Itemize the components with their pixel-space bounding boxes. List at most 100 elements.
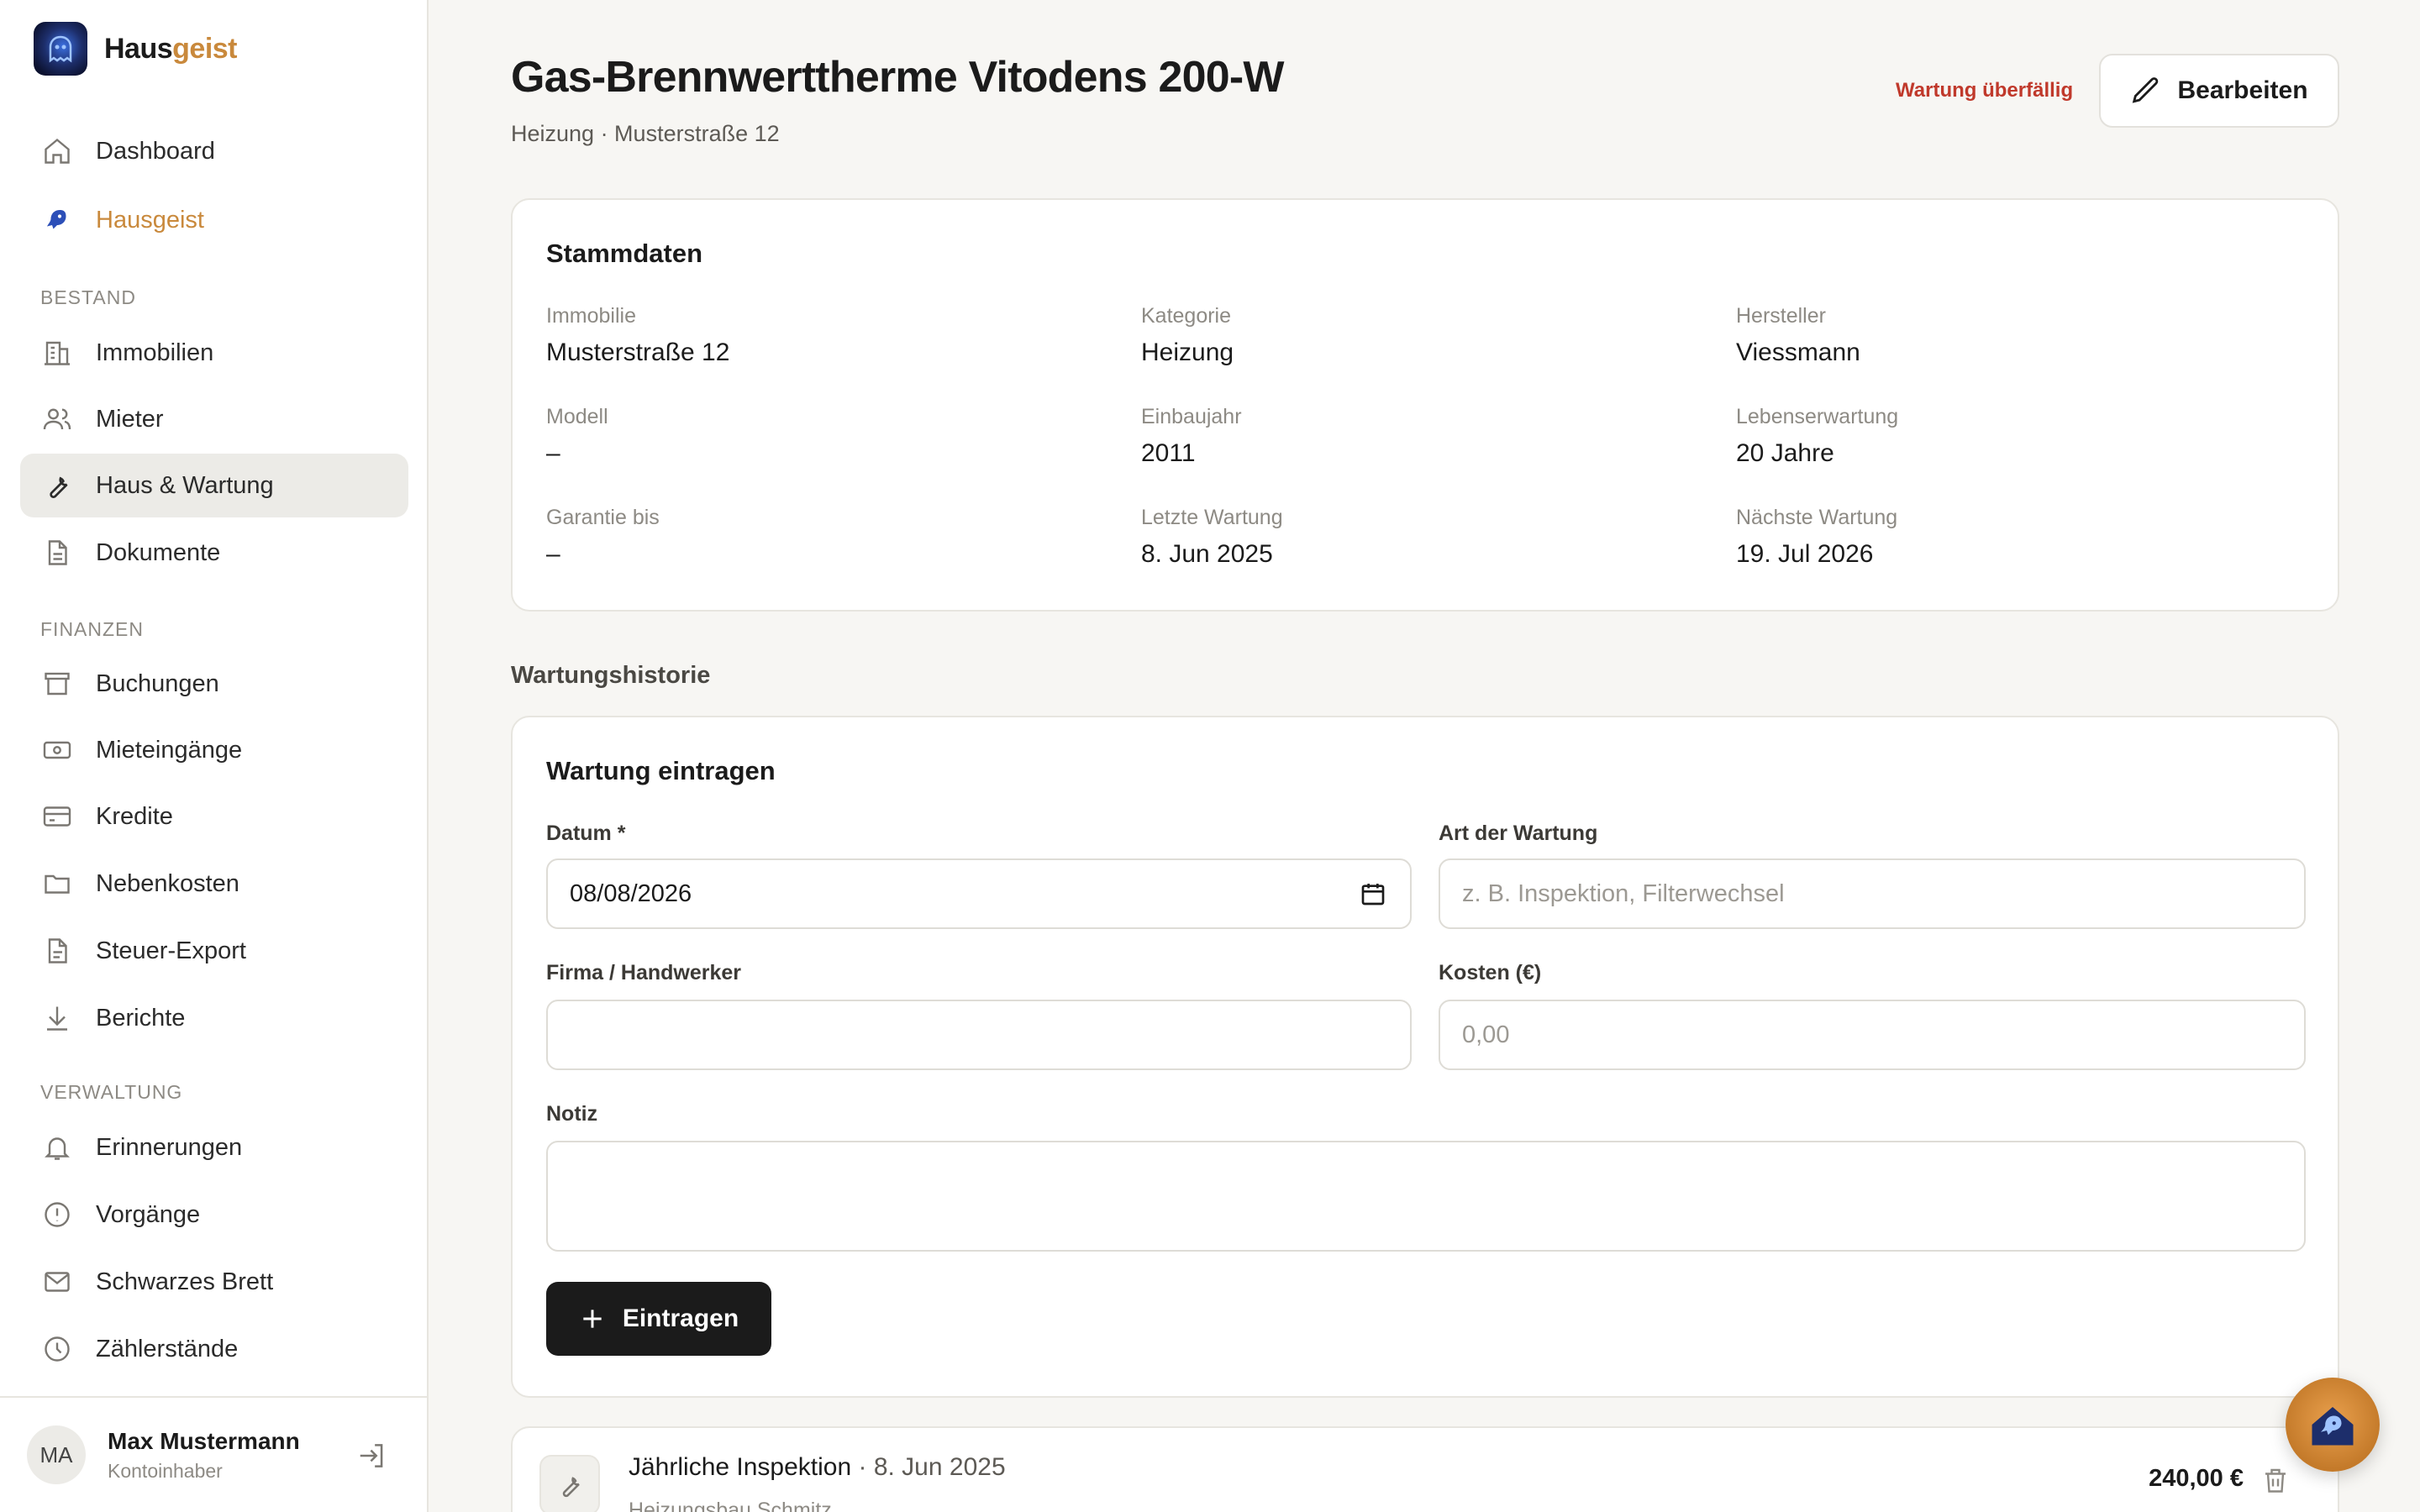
card-title: Stammdaten [546, 239, 703, 268]
type-input[interactable]: z. B. Inspektion, Filterwechsel [1439, 858, 2306, 929]
field-einbaujahr: Einbaujahr 2011 [1141, 405, 1242, 468]
submit-button-label: Eintragen [622, 1305, 739, 1332]
cost-input[interactable]: 0,00 [1439, 1000, 2306, 1070]
cost-label: Kosten (€) [1439, 961, 1542, 984]
sidebar-item-mieter[interactable]: Mieter [20, 387, 408, 451]
ghost-house-icon [2312, 1407, 2354, 1446]
sidebar-item-label: Schwarzes Brett [96, 1268, 274, 1295]
field-label: Nächste Wartung [1736, 506, 1898, 529]
home-icon [40, 134, 74, 168]
field-label: Einbaujahr [1141, 405, 1242, 428]
maintenance-form-card: Wartung eintragen Datum * 08/08/2026 Art… [511, 716, 2339, 1398]
sidebar-item-haus-wartung[interactable]: Haus & Wartung [20, 454, 408, 517]
sidebar-item-steuer-export[interactable]: Steuer-Export [20, 919, 408, 983]
note-textarea[interactable] [546, 1141, 2306, 1252]
sidebar-item-label: Nebenkosten [96, 869, 239, 897]
sidebar-item-mieteingaenge[interactable]: Mieteingänge [20, 718, 408, 782]
field-value: Musterstraße 12 [546, 339, 730, 366]
sidebar-item-hausgeist[interactable]: Hausgeist [20, 188, 408, 252]
sidebar-item-label: Dokumente [96, 538, 221, 566]
pencil-icon [2133, 77, 2159, 103]
sidebar-item-dashboard[interactable]: Dashboard [20, 119, 408, 183]
history-entry-name: Jährliche Inspektion [629, 1453, 852, 1481]
main-content: Gas-Brennwerttherme Vitodens 200-W Heizu… [429, 0, 2420, 1512]
sidebar-item-dokumente[interactable]: Dokumente [20, 521, 408, 585]
nav-section-bestand: BESTAND [40, 286, 136, 308]
history-entry-date: · 8. Jun 2025 [858, 1453, 1006, 1481]
users-icon [40, 402, 74, 436]
page-subtitle: Heizung · Musterstraße 12 [511, 121, 780, 146]
ghost-icon [40, 203, 74, 237]
field-label: Letzte Wartung [1141, 506, 1283, 529]
sidebar: Hausgeist Dashboard Hausgeist BESTAND Im… [0, 0, 429, 1512]
sidebar-item-kredite[interactable]: Kredite [20, 785, 408, 848]
logout-icon[interactable] [356, 1440, 388, 1476]
field-naechste-wartung: Nächste Wartung 19. Jul 2026 [1736, 506, 1897, 569]
edit-button[interactable]: Bearbeiten [2099, 54, 2339, 128]
sidebar-item-vorgaenge[interactable]: Vorgänge [20, 1183, 408, 1247]
field-label: Garantie bis [546, 506, 660, 529]
field-label: Hersteller [1736, 304, 1826, 328]
date-label: Datum * [546, 822, 626, 845]
file-text-icon [40, 934, 74, 968]
sidebar-item-zaehlerstaende[interactable]: Zählerstände [20, 1317, 408, 1381]
note-label: Notiz [546, 1102, 598, 1126]
folder-icon [40, 867, 74, 900]
building-icon [40, 336, 74, 370]
nav-section-verwaltung: VERWALTUNG [40, 1081, 183, 1103]
ghost-logo-icon [34, 22, 87, 76]
field-value: 20 Jahre [1736, 439, 1834, 467]
sidebar-item-label: Vorgänge [96, 1200, 201, 1228]
assistant-fab[interactable] [2286, 1378, 2380, 1472]
section-title-history: Wartungshistorie [511, 662, 711, 689]
sidebar-item-label: Zählerstände [96, 1335, 239, 1362]
sidebar-item-buchungen[interactable]: Buchungen [20, 652, 408, 716]
history-entry-title: Jährliche Inspektion · 8. Jun 2025 [629, 1453, 1006, 1482]
field-label: Modell [546, 405, 608, 428]
edit-button-label: Bearbeiten [2177, 76, 2308, 104]
field-label: Immobilie [546, 304, 636, 328]
sidebar-item-label: Dashboard [96, 137, 215, 165]
brand-name: Hausgeist [104, 32, 237, 65]
plus-icon [583, 1310, 602, 1328]
archive-icon [40, 667, 74, 701]
field-kategorie: Kategorie Heizung [1141, 304, 1234, 367]
type-label: Art der Wartung [1439, 822, 1598, 845]
mail-icon [40, 1265, 74, 1299]
user-name: Max Mustermann [108, 1427, 300, 1454]
submit-button[interactable]: Eintragen [546, 1282, 771, 1356]
field-value: 2011 [1141, 439, 1196, 467]
trash-icon[interactable] [2260, 1465, 2291, 1499]
field-label: Kategorie [1141, 304, 1232, 328]
field-value: Heizung [1141, 339, 1234, 366]
sidebar-item-immobilien[interactable]: Immobilien [20, 321, 408, 385]
date-input[interactable]: 08/08/2026 [546, 858, 1412, 929]
avatar: MA [27, 1425, 86, 1484]
sidebar-item-schwarzes-brett[interactable]: Schwarzes Brett [20, 1250, 408, 1314]
user-block: MA Max Mustermann Kontoinhaber [0, 1396, 429, 1512]
field-value: 19. Jul 2026 [1736, 540, 1874, 568]
sidebar-item-label: Immobilien [96, 339, 214, 366]
credit-card-icon [40, 800, 74, 833]
field-hersteller: Hersteller Viessmann [1736, 304, 1860, 367]
sidebar-item-nebenkosten[interactable]: Nebenkosten [20, 852, 408, 916]
field-letzte-wartung: Letzte Wartung 8. Jun 2025 [1141, 506, 1283, 569]
sidebar-item-label: Mieter [96, 405, 164, 433]
sidebar-item-erinnerungen[interactable]: Erinnerungen [20, 1116, 408, 1179]
field-garantie: Garantie bis – [546, 506, 660, 569]
field-value: 8. Jun 2025 [1141, 540, 1273, 568]
field-label: Lebenserwartung [1736, 405, 1899, 428]
sidebar-item-berichte[interactable]: Berichte [20, 986, 408, 1050]
company-input[interactable] [546, 1000, 1412, 1070]
sidebar-item-label: Berichte [96, 1004, 186, 1032]
calendar-icon[interactable] [1360, 880, 1386, 914]
field-lebenserwartung: Lebenserwartung 20 Jahre [1736, 405, 1898, 468]
alert-circle-icon [40, 1198, 74, 1231]
sidebar-item-label: Steuer-Export [96, 937, 246, 964]
nav-section-finanzen: FINANZEN [40, 618, 144, 640]
brand[interactable]: Hausgeist [34, 22, 237, 76]
download-icon [40, 1001, 74, 1035]
status-badge: Wartung überfällig [1896, 79, 2074, 102]
form-title: Wartung eintragen [546, 756, 776, 785]
document-icon [40, 536, 74, 570]
